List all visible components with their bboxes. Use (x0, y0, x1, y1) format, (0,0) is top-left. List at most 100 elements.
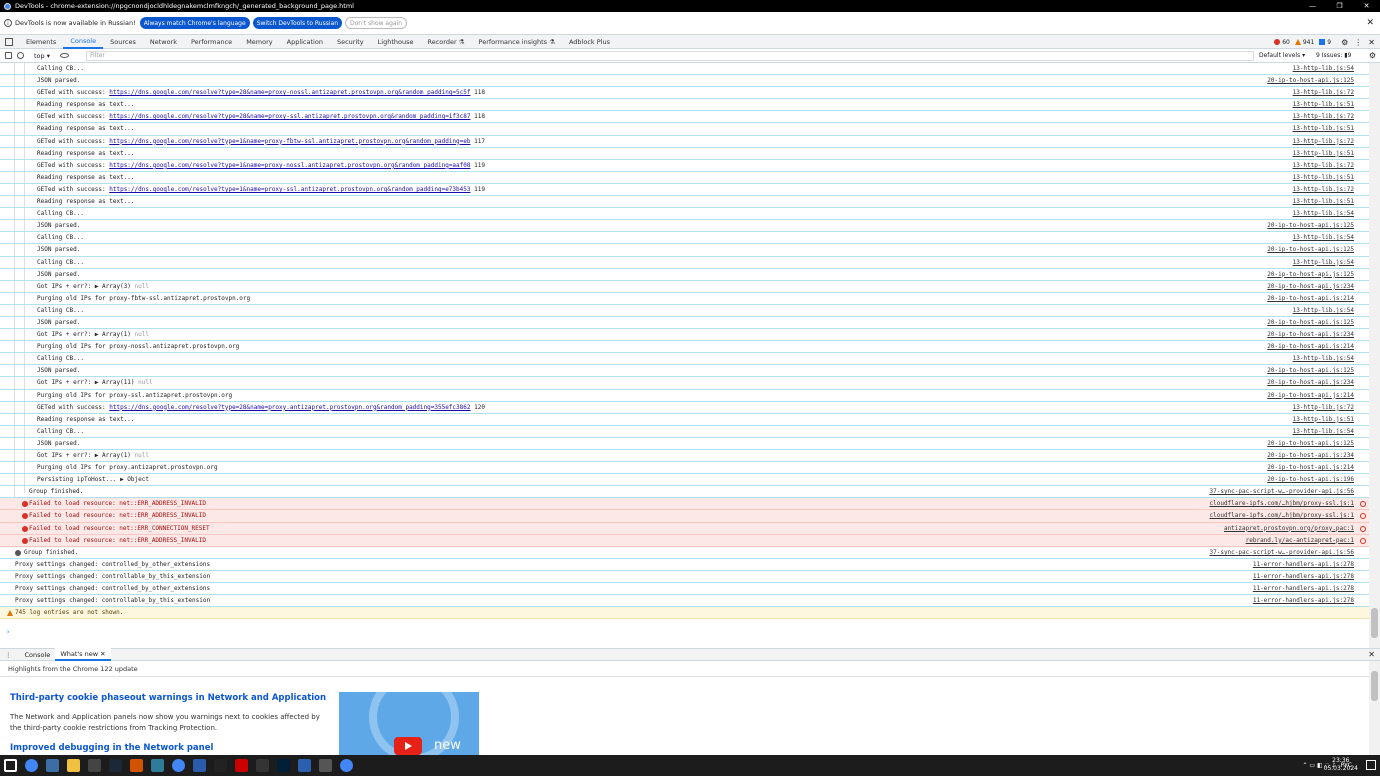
source-link[interactable]: antizapret.prostovpn.org/proxy.pac:1 (1224, 523, 1354, 535)
screen-icon[interactable] (151, 759, 164, 772)
close-window-button[interactable]: ✕ (1353, 0, 1380, 12)
explorer-icon[interactable] (298, 759, 311, 772)
console-prompt[interactable]: › (6, 628, 10, 636)
console-settings-gear-icon[interactable]: ⚙ (1369, 51, 1376, 60)
tab-console[interactable]: Console (63, 35, 104, 49)
steam-icon[interactable] (109, 759, 122, 772)
network-request-icon[interactable] (1360, 525, 1366, 532)
source-link[interactable]: 20-ip-to-host-api.js:234 (1267, 377, 1354, 389)
tab-performance-insights[interactable]: Performance insights ⚗ (472, 35, 562, 49)
tab-sources[interactable]: Sources (103, 35, 143, 49)
source-link[interactable]: 13-http-lib.js:54 (1293, 353, 1354, 365)
source-link[interactable]: rebrand.ly/ac-antizapret-pac:1 (1246, 535, 1354, 547)
clear-console-icon[interactable] (17, 52, 24, 59)
log-url-link[interactable]: https://dns.google.com/resolve?type=28&n… (109, 404, 470, 411)
drawer-tab-console[interactable]: Console (20, 648, 56, 661)
minimize-button[interactable]: — (1299, 0, 1326, 12)
source-link[interactable]: 13-http-lib.js:72 (1293, 402, 1354, 414)
log-url-link[interactable]: https://dns.google.com/resolve?type=1&na… (109, 138, 470, 145)
close-drawer-icon[interactable]: ✕ (1368, 650, 1375, 659)
source-link[interactable]: 20-ip-to-host-api.js:125 (1267, 269, 1354, 281)
chrome-icon[interactable] (340, 759, 353, 772)
source-link[interactable]: cloudflare-ipfs.com/…hjbm/proxy-ssl.js:1 (1210, 510, 1355, 522)
source-link[interactable]: 13-http-lib.js:72 (1293, 136, 1354, 148)
filter-input[interactable]: Filter (86, 51, 1254, 61)
network-request-icon[interactable] (1360, 501, 1366, 508)
source-link[interactable]: 20-ip-to-host-api.js:125 (1267, 75, 1354, 87)
tab-security[interactable]: Security (330, 35, 371, 49)
photoshop-icon[interactable] (277, 759, 290, 772)
source-link[interactable]: 20-ip-to-host-api.js:214 (1267, 462, 1354, 474)
source-link[interactable]: 20-ip-to-host-api.js:214 (1267, 293, 1354, 305)
group-toggle-icon[interactable] (15, 549, 21, 556)
dont-show-again-button[interactable]: Don't show again (345, 17, 408, 29)
source-link[interactable]: 20-ip-to-host-api.js:125 (1267, 244, 1354, 256)
source-link[interactable]: 13-http-lib.js:51 (1293, 148, 1354, 160)
source-link[interactable]: 13-http-lib.js:51 (1293, 123, 1354, 135)
status-counters[interactable]: 60 941 9 ⚙ ⋮ ✕ (1274, 35, 1380, 49)
terminal-icon[interactable] (319, 759, 332, 772)
source-link[interactable]: cloudflare-ipfs.com/…hjbm/proxy-ssl.js:1 (1210, 498, 1355, 510)
folder-icon[interactable] (67, 759, 80, 772)
maximize-button[interactable]: ❐ (1326, 0, 1353, 12)
console-scroll-thumb[interactable] (1371, 608, 1378, 638)
inspect-element-icon[interactable] (5, 37, 13, 46)
source-link[interactable]: 13-http-lib.js:54 (1293, 305, 1354, 317)
game-icon[interactable] (130, 759, 143, 772)
chrome-icon[interactable] (172, 759, 185, 772)
console-scrollbar[interactable] (1369, 63, 1380, 648)
issues-button[interactable]: 9 Issues: ▮9 (1316, 52, 1351, 59)
source-link[interactable]: 20-ip-to-host-api.js:234 (1267, 329, 1354, 341)
tab-adblock-plus[interactable]: Adblock Plus (562, 35, 617, 49)
source-link[interactable]: 20-ip-to-host-api.js:234 (1267, 281, 1354, 293)
drawer-tab-whats-new[interactable]: What's new ✕ (55, 648, 111, 661)
start-icon[interactable] (4, 759, 17, 772)
antivirus-icon[interactable] (214, 759, 227, 772)
infobar-close-icon[interactable]: ✕ (1366, 18, 1374, 28)
settings-gear-icon[interactable]: ⚙ (1341, 38, 1348, 47)
source-link[interactable]: 13-http-lib.js:51 (1293, 172, 1354, 184)
tab-elements[interactable]: Elements (19, 35, 63, 49)
tab-lighthouse[interactable]: Lighthouse (371, 35, 421, 49)
network-request-icon[interactable] (1360, 537, 1366, 544)
source-link[interactable]: 11-error-handlers-api.js:278 (1253, 571, 1354, 583)
source-link[interactable]: 20-ip-to-host-api.js:214 (1267, 390, 1354, 402)
log-url-link[interactable]: https://dns.google.com/resolve?type=28&n… (109, 113, 470, 120)
clock[interactable]: 23:36 05.03.2024 (1324, 757, 1358, 773)
notifications-icon[interactable] (1366, 760, 1376, 770)
source-link[interactable]: 20-ip-to-host-api.js:125 (1267, 438, 1354, 450)
source-link[interactable]: 20-ip-to-host-api.js:214 (1267, 341, 1354, 353)
source-link[interactable]: 13-http-lib.js:54 (1293, 257, 1354, 269)
source-link[interactable]: 13-http-lib.js:51 (1293, 99, 1354, 111)
obs-icon[interactable] (256, 759, 269, 772)
source-link[interactable]: 20-ip-to-host-api.js:234 (1267, 450, 1354, 462)
tab-performance[interactable]: Performance (184, 35, 239, 49)
source-link[interactable]: 13-http-lib.js:51 (1293, 196, 1354, 208)
switch-language-button[interactable]: Switch DevTools to Russian (252, 17, 343, 29)
drawer-menu-icon[interactable]: ⋮ (5, 651, 12, 659)
source-link[interactable]: 13-http-lib.js:51 (1293, 414, 1354, 426)
source-link[interactable]: 20-ip-to-host-api.js:125 (1267, 220, 1354, 232)
drawer-scroll-thumb[interactable] (1371, 671, 1378, 701)
close-devtools-icon[interactable]: ✕ (1368, 38, 1375, 47)
more-menu-icon[interactable]: ⋮ (1354, 38, 1362, 47)
youtube-play-icon[interactable] (394, 737, 422, 755)
match-language-button[interactable]: Always match Chrome's language (139, 17, 250, 29)
source-link[interactable]: 13-http-lib.js:72 (1293, 184, 1354, 196)
app-icon[interactable] (193, 759, 206, 772)
source-link[interactable]: 20-ip-to-host-api.js:125 (1267, 317, 1354, 329)
log-url-link[interactable]: https://dns.google.com/resolve?type=1&na… (109, 162, 470, 169)
log-url-link[interactable]: https://dns.google.com/resolve?type=1&na… (109, 186, 470, 193)
close-tab-icon[interactable]: ✕ (100, 650, 105, 658)
sidebar-toggle-icon[interactable] (5, 52, 12, 59)
source-link[interactable]: 13-http-lib.js:54 (1293, 208, 1354, 220)
chrome-icon[interactable] (25, 759, 38, 772)
tab-network[interactable]: Network (143, 35, 184, 49)
source-link[interactable]: 37-sync-pac-script-w…-provider-api.js:56 (1210, 486, 1355, 498)
tab-memory[interactable]: Memory (239, 35, 279, 49)
source-link[interactable]: 13-http-lib.js:54 (1293, 232, 1354, 244)
media-icon[interactable] (88, 759, 101, 772)
source-link[interactable]: 13-http-lib.js:54 (1293, 63, 1354, 75)
source-link[interactable]: 11-error-handlers-api.js:278 (1253, 583, 1354, 595)
source-link[interactable]: 13-http-lib.js:54 (1293, 426, 1354, 438)
